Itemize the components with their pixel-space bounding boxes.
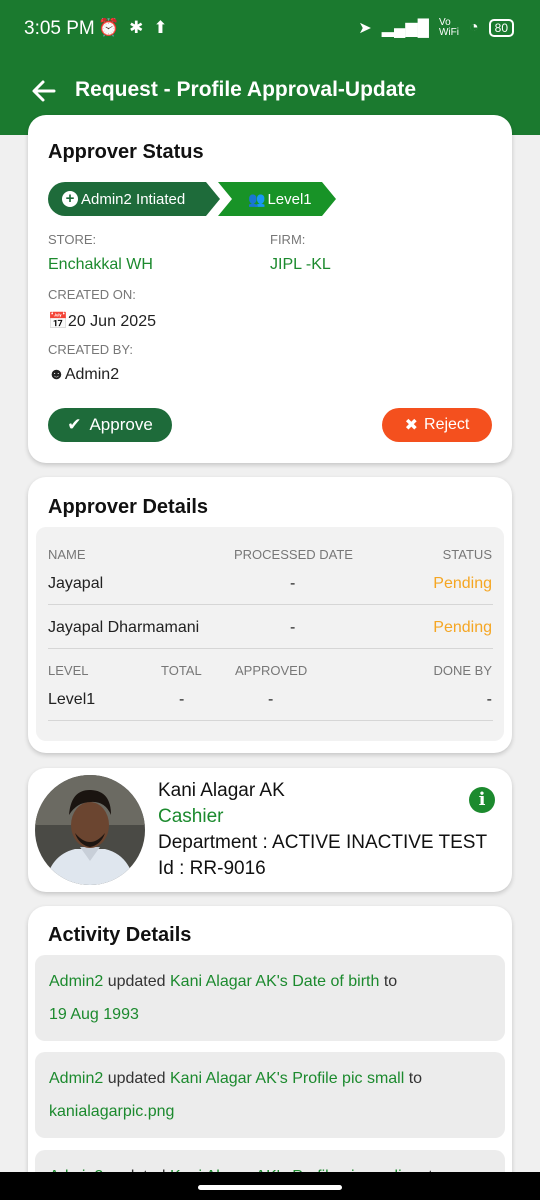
row-divider (48, 720, 493, 721)
row-divider (48, 604, 493, 605)
info-icon[interactable]: i (469, 787, 495, 813)
upload-icon: ⬆ (153, 18, 168, 37)
system-nav-bar (0, 1172, 540, 1200)
firm-label: FIRM: (270, 232, 306, 247)
row1-status: Pending (433, 575, 492, 592)
activity-to: to (408, 1070, 423, 1087)
status-left-icons: ⏰ ✱ ⬆ (98, 18, 168, 38)
row2-name: Jayapal Dharmamani (48, 619, 200, 636)
step-initiated: + Admin2 Intiated (48, 182, 220, 216)
row2-status: Pending (433, 619, 492, 636)
user-circle-icon: ☻ (48, 366, 65, 383)
approve-button[interactable]: ✔ Approve (48, 408, 172, 442)
approver-details-title: Approver Details (48, 496, 209, 518)
activity-value: 19 Aug 1993 (49, 1006, 139, 1023)
total-value: - (179, 691, 185, 708)
reject-label: Reject (424, 416, 470, 433)
check-icon: ✔ (67, 415, 82, 434)
row1-name: Jayapal (48, 575, 104, 592)
activity-actor: Admin2 (49, 1070, 104, 1087)
activity-verb: updated (107, 1070, 166, 1087)
location-icon: ➤ (358, 20, 372, 37)
col-name: NAME (48, 547, 86, 562)
reject-button[interactable]: ✖ Reject (382, 408, 492, 442)
close-icon: ✖ (404, 417, 419, 434)
activity-verb: updated (107, 973, 166, 990)
battery-icon: 80 (488, 19, 514, 37)
profile-role: Cashier (158, 806, 224, 827)
activity-field: Kani Alagar AK's Date of birth (170, 973, 380, 990)
alarm-icon: ⏰ (98, 18, 120, 37)
approver-status-card: Approver Status + Admin2 Intiated 👥 Leve… (28, 115, 512, 463)
approved-value: - (268, 691, 274, 708)
activity-item: Admin2 updated Kani Alagar AK's Date of … (35, 955, 505, 1041)
step-level1-label: Level1 (267, 190, 312, 208)
created-on: 📅20 Jun 2025 (48, 311, 156, 331)
profile-card: Kani Alagar AK Cashier Department : ACTI… (28, 768, 512, 892)
activity-title: Activity Details (48, 924, 192, 946)
users-icon: 👥 (248, 190, 266, 207)
activity-card: Activity Details Admin2 updated Kani Ala… (28, 906, 512, 1200)
created-by: ☻Admin2 (48, 366, 119, 384)
profile-id: Id : RR-9016 (158, 858, 266, 879)
home-gesture-handle[interactable] (198, 1185, 342, 1190)
created-on-value: 20 Jun 2025 (67, 313, 156, 330)
page-title: Request - Profile Approval-Update (75, 78, 417, 101)
col-approved: APPROVED (235, 663, 308, 678)
volte-icon: Vo WiFi (438, 17, 459, 38)
activity-actor: Admin2 (49, 973, 104, 990)
col-done-by: DONE BY (433, 663, 492, 678)
profile-name: Kani Alagar AK (158, 780, 285, 801)
level-value: Level1 (48, 691, 96, 708)
store-label: STORE: (48, 232, 97, 247)
step-level1: 👥 Level1 (218, 182, 336, 216)
col-processed-date: PROCESSED DATE (234, 547, 353, 562)
row-divider (48, 648, 493, 649)
approve-label: Approve (89, 415, 153, 434)
avatar (35, 775, 145, 885)
row2-date: - (290, 619, 296, 636)
plus-circle-icon: + (62, 191, 78, 207)
col-status: STATUS (442, 547, 492, 562)
activity-field: Kani Alagar AK's Profile pic small (170, 1070, 405, 1087)
approver-status-title: Approver Status (48, 141, 204, 163)
activity-to: to (383, 973, 398, 990)
status-bar: 3:05 PM ⏰ ✱ ⬆ ➤ ▂▄▆█ Vo WiFi ◔ 80 (0, 0, 540, 60)
created-by-value: Admin2 (64, 366, 120, 383)
col-level: LEVEL (48, 663, 89, 678)
created-by-label: CREATED BY: (48, 342, 134, 357)
profile-department: Department : ACTIVE INACTIVE TEST (158, 832, 488, 853)
activity-value: kanialagarpic.png (49, 1103, 175, 1120)
store-value: Enchakkal WH (48, 256, 153, 273)
created-on-label: CREATED ON: (48, 287, 136, 302)
status-time: 3:05 PM (24, 18, 95, 39)
approver-table: NAME PROCESSED DATE STATUS Jayapal - Pen… (36, 527, 504, 741)
back-arrow-icon[interactable] (30, 77, 58, 105)
slack-icon: ✱ (129, 18, 144, 37)
activity-item: Admin2 updated Kani Alagar AK's Profile … (35, 1052, 505, 1138)
row1-date: - (290, 575, 296, 592)
wifi-icon: ◔ (468, 19, 479, 36)
avatar-photo (35, 775, 145, 885)
firm-value: JIPL -KL (270, 256, 331, 273)
status-right-icons: ➤ ▂▄▆█ Vo WiFi ◔ 80 (358, 18, 514, 38)
col-total: TOTAL (161, 663, 202, 678)
done-by-value: - (486, 691, 492, 708)
step-initiated-label: Admin2 Intiated (81, 190, 186, 208)
approver-details-card: Approver Details NAME PROCESSED DATE STA… (28, 477, 512, 753)
calendar-icon: 📅 (48, 313, 68, 330)
signal-icon: ▂▄▆█ (381, 20, 429, 37)
